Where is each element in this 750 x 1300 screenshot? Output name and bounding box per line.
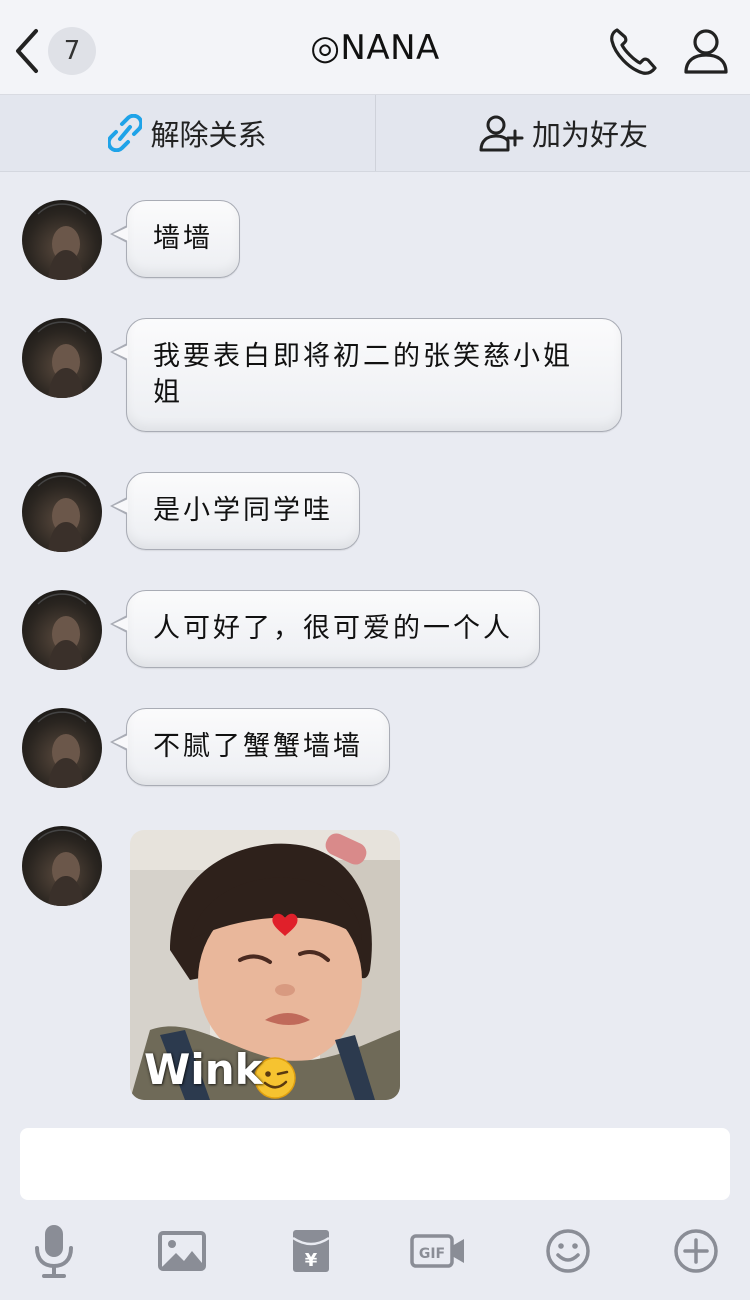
message-bubble[interactable]: 墙墙 [110, 200, 240, 278]
broken-link-icon [108, 114, 143, 152]
message-bubble[interactable]: 不腻了蟹蟹墙墙 [110, 708, 390, 786]
voice-button[interactable] [24, 1221, 84, 1281]
chat-header: 7 ◎NANA [0, 0, 750, 95]
emoji-icon [546, 1229, 590, 1273]
message-input[interactable] [20, 1128, 730, 1200]
svg-text:¥: ¥ [305, 1250, 318, 1271]
message-bubble[interactable]: 是小学同学哇 [110, 472, 360, 550]
gif-icon: GIF [410, 1234, 464, 1268]
unlink-relationship-label: 解除关系 [150, 118, 267, 152]
unlink-relationship-button[interactable]: 解除关系 [0, 95, 375, 171]
red-packet-icon: ¥ [292, 1230, 330, 1272]
image-icon [158, 1231, 206, 1271]
avatar[interactable] [22, 590, 102, 670]
message-bubble[interactable]: 人可好了，很可爱的一个人 [110, 590, 540, 668]
add-user-icon [478, 113, 524, 153]
avatar[interactable] [22, 200, 102, 280]
avatar[interactable] [22, 472, 102, 552]
add-friend-button[interactable]: 加为好友 [375, 95, 750, 171]
avatar[interactable] [22, 318, 102, 398]
photo-button[interactable] [152, 1221, 212, 1281]
wink-sticker-image[interactable]: Wink [130, 830, 400, 1100]
call-button[interactable] [605, 24, 661, 80]
gif-button[interactable]: GIF [408, 1221, 468, 1281]
avatar[interactable] [22, 826, 102, 906]
plus-icon [674, 1229, 718, 1273]
profile-button[interactable] [678, 24, 734, 80]
more-button[interactable] [666, 1221, 726, 1281]
phone-icon [610, 28, 657, 75]
sticker-caption: Wink [144, 1045, 263, 1094]
avatar[interactable] [22, 708, 102, 788]
svg-text:GIF: GIF [419, 1246, 445, 1262]
add-friend-label: 加为好友 [531, 118, 648, 152]
person-icon [684, 29, 728, 74]
red-packet-button[interactable]: ¥ [281, 1221, 341, 1281]
emoji-button[interactable] [538, 1221, 598, 1281]
message-bubble[interactable]: 我要表白即将初二的张笑慈小姐姐 [110, 318, 622, 432]
input-toolbar: ¥ GIF [0, 1215, 750, 1290]
microphone-icon [35, 1225, 73, 1278]
relationship-action-bar: 解除关系 加为好友 [0, 95, 750, 172]
